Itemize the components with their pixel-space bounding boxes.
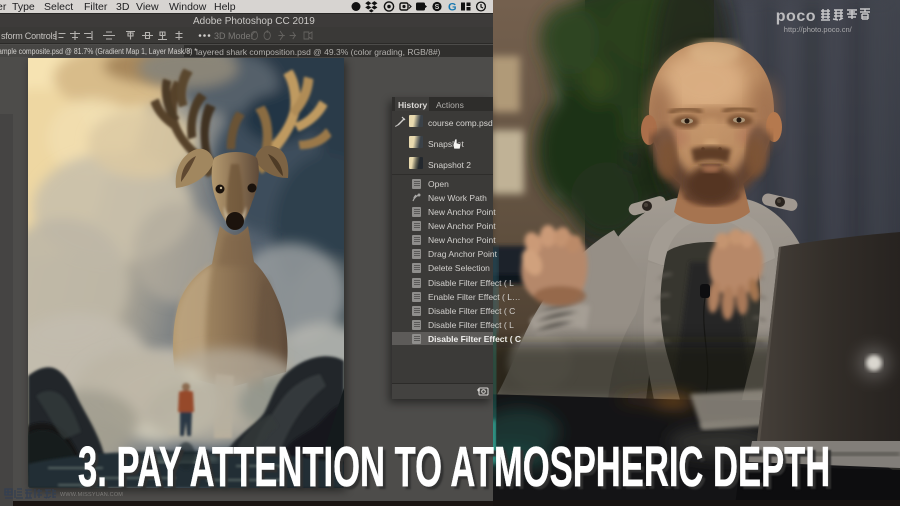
svg-text:G: G — [448, 2, 457, 14]
svg-text:S: S — [435, 4, 440, 11]
